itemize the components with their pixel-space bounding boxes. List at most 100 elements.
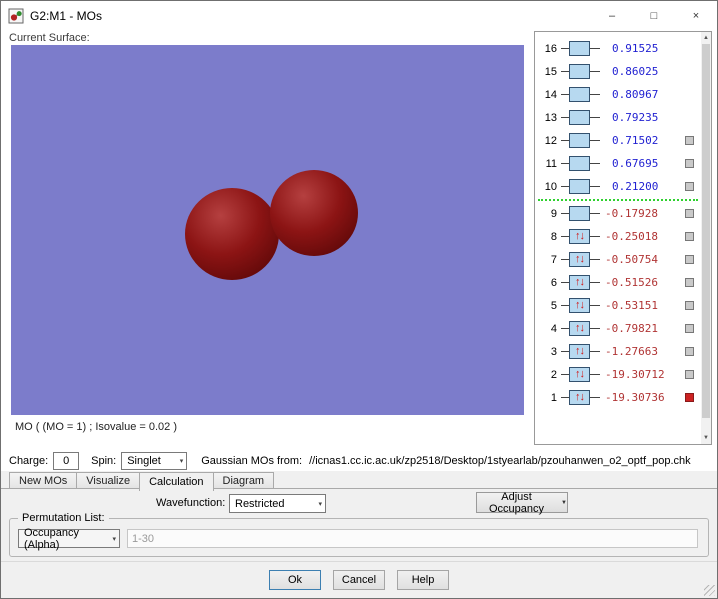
help-button[interactable]: Help [397,570,449,590]
source-path: //icnas1.cc.ic.ac.uk/zp2518/Desktop/1sty… [309,455,691,467]
mo-index: 8 [535,231,557,243]
cancel-button[interactable]: Cancel [333,570,385,590]
spin-select[interactable]: Singlet ▾ [121,452,187,470]
mo-select-indicator[interactable] [685,232,694,241]
mo-select-indicator[interactable] [685,301,694,310]
mo-row[interactable]: 16 ↑↓ 0.91525 [535,37,701,60]
mo-level-line [590,236,600,237]
mo-orbital-box[interactable]: ↑↓ [569,87,590,102]
mo-row[interactable]: 2 ↑↓ -19.30712 [535,363,701,386]
scroll-down-button[interactable]: ▼ [701,432,711,444]
tab-diagram[interactable]: Diagram [213,472,275,489]
chevron-down-icon: ▾ [318,499,322,507]
mo-orbital-box[interactable]: ↑↓ [569,64,590,79]
charge-label: Charge: [9,455,48,467]
mo-orbital-box[interactable]: ↑↓ [569,390,590,405]
mo-select-indicator[interactable] [685,255,694,264]
mo-row[interactable]: 6 ↑↓ -0.51526 [535,271,701,294]
adjust-occupancy-label: Adjust Occupancy [477,491,556,515]
mo-row[interactable]: 8 ↑↓ -0.25018 [535,225,701,248]
mo-orbital-box[interactable]: ↑↓ [569,206,590,221]
molecule-viewer[interactable] [11,45,524,415]
ok-button[interactable]: Ok [269,570,321,590]
mo-level-line [590,94,600,95]
chevron-down-icon: ▾ [112,534,116,542]
mo-orbital-box[interactable]: ↑↓ [569,367,590,382]
mo-level-line [561,282,569,283]
mo-energy: 0.86025 [605,65,658,78]
tab-visualize[interactable]: Visualize [76,472,140,489]
mo-row[interactable]: 3 ↑↓ -1.27663 [535,340,701,363]
main-area: Current Surface: MO ( (MO = 1) ; Isovalu… [1,30,717,471]
mo-orbital-box[interactable]: ↑↓ [569,41,590,56]
mo-row[interactable]: 12 ↑↓ 0.71502 [535,129,701,152]
mo-row[interactable]: 1 ↑↓ -19.30736 [535,386,701,409]
scrollbar-thumb[interactable] [702,44,710,418]
mo-orbital-box[interactable]: ↑↓ [569,298,590,313]
mo-row[interactable]: 5 ↑↓ -0.53151 [535,294,701,317]
chevron-down-icon: ▾ [180,457,184,465]
mo-orbital-box[interactable]: ↑↓ [569,275,590,290]
mo-select-indicator[interactable] [685,209,694,218]
oxygen-atom-left[interactable] [185,188,279,280]
scroll-up-button[interactable]: ▲ [701,32,711,44]
mo-select-indicator[interactable] [685,393,694,402]
mo-orbital-box[interactable]: ↑↓ [569,110,590,125]
electron-arrows-icon: ↑↓ [575,323,584,334]
charge-spin-row: Charge: Spin: Singlet ▾ Gaussian MOs fro… [9,451,691,471]
mo-level-line [590,140,600,141]
mo-level-line [561,397,569,398]
mo-orbital-box[interactable]: ↑↓ [569,133,590,148]
mo-level-line [561,186,569,187]
mo-row[interactable]: 13 ↑↓ 0.79235 [535,106,701,129]
mo-select-indicator[interactable] [685,182,694,191]
wavefunction-select[interactable]: Restricted ▾ [229,494,326,513]
maximize-button[interactable]: □ [633,1,675,30]
mo-select-indicator[interactable] [685,278,694,287]
tab-calculation[interactable]: Calculation [139,472,213,491]
mo-level-line [590,282,600,283]
spin-label: Spin: [91,455,116,467]
mo-index: 11 [535,158,557,170]
permutation-list-input[interactable] [127,529,698,548]
mo-select-indicator[interactable] [685,324,694,333]
electron-arrows-icon: ↑↓ [575,277,584,288]
adjust-occupancy-button[interactable]: Adjust Occupancy ▼ [476,492,568,513]
mo-orbital-box[interactable]: ↑↓ [569,344,590,359]
electron-arrows-icon: ↑↓ [575,369,584,380]
mo-row[interactable]: 11 ↑↓ 0.67695 [535,152,701,175]
mo-row[interactable]: 4 ↑↓ -0.79821 [535,317,701,340]
tab-new-mos[interactable]: New MOs [9,472,77,489]
mo-energy: -0.79821 [605,322,658,335]
close-button[interactable]: × [675,1,717,30]
minimize-button[interactable]: – [591,1,633,30]
occupancy-mode-select[interactable]: Occupancy (Alpha) ▾ [18,529,120,548]
mo-energy: -19.30712 [605,368,665,381]
mo-energy: -1.27663 [605,345,658,358]
mo-row[interactable]: 7 ↑↓ -0.50754 [535,248,701,271]
mo-scrollbar[interactable]: ▲ ▼ [701,32,711,444]
mo-row[interactable]: 10 ↑↓ 0.21200 [535,175,701,198]
charge-input[interactable] [53,452,79,470]
footer: Ok Cancel Help [1,561,717,598]
homo-lumo-divider [538,199,698,201]
mo-energy: -0.50754 [605,253,658,266]
mo-orbital-box[interactable]: ↑↓ [569,252,590,267]
mo-level-line [561,328,569,329]
mo-select-indicator[interactable] [685,347,694,356]
mo-row[interactable]: 15 ↑↓ 0.86025 [535,60,701,83]
mo-level-line [590,305,600,306]
mo-orbital-box[interactable]: ↑↓ [569,321,590,336]
mo-row[interactable]: 9 ↑↓ -0.17928 [535,202,701,225]
oxygen-atom-right[interactable] [270,170,358,256]
mo-orbital-box[interactable]: ↑↓ [569,156,590,171]
mo-level-line [561,71,569,72]
resize-grip[interactable] [704,585,715,596]
mo-orbital-box[interactable]: ↑↓ [569,229,590,244]
mo-select-indicator[interactable] [685,136,694,145]
mo-orbital-box[interactable]: ↑↓ [569,179,590,194]
mo-row[interactable]: 14 ↑↓ 0.80967 [535,83,701,106]
mo-select-indicator[interactable] [685,370,694,379]
electron-arrows-icon: ↑↓ [575,254,584,265]
mo-select-indicator[interactable] [685,159,694,168]
